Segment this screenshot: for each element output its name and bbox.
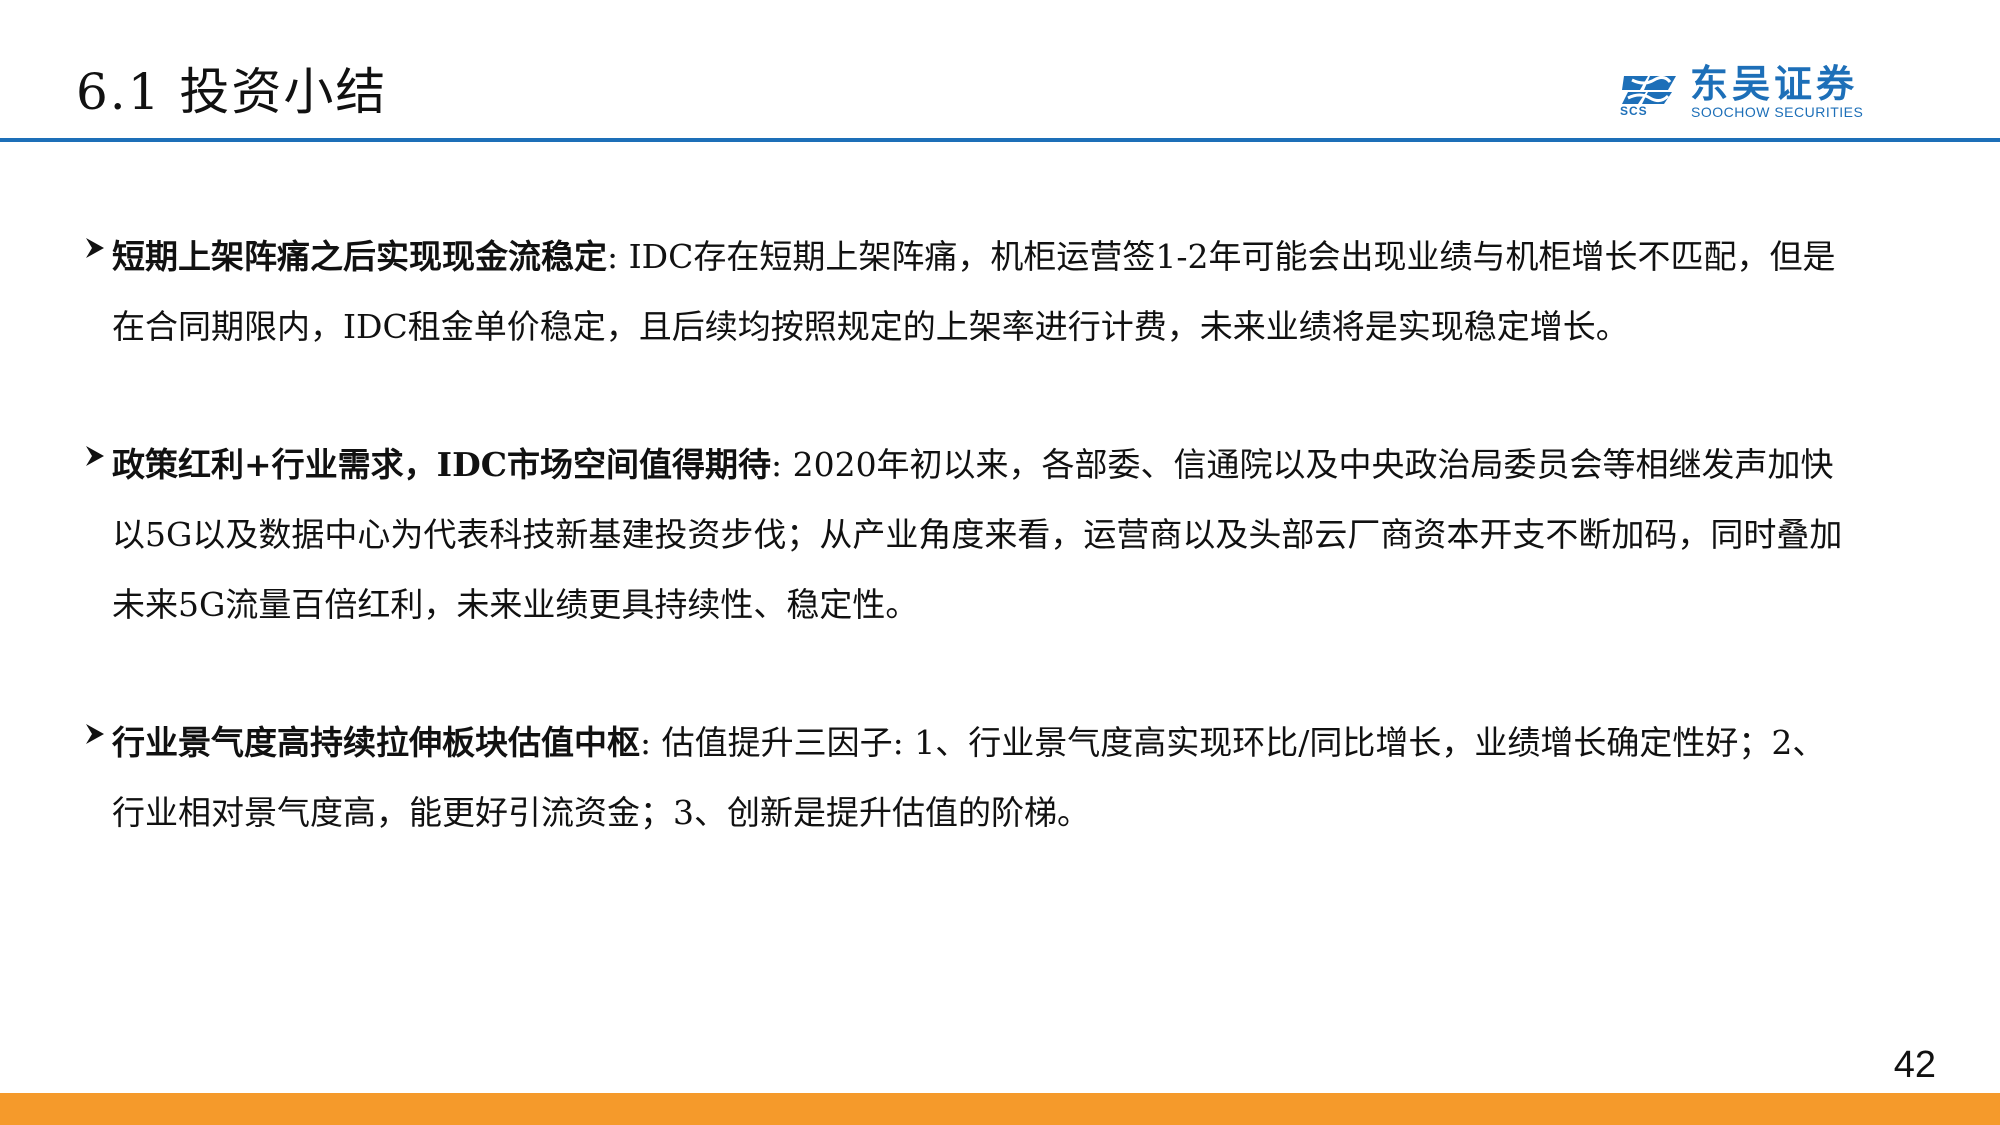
brand-logo: SCS 东吴证券 SOOCHOW SECURITIES bbox=[1618, 62, 1898, 122]
logo-name-cn: 东吴证券 bbox=[1690, 62, 1859, 106]
bullet-item: 政策红利+行业需求，IDC市场空间值得期待: 2020年初以来，各部委、信通院以… bbox=[78, 430, 1858, 640]
arrow-bullet-icon bbox=[86, 724, 104, 744]
footer-bar bbox=[0, 1093, 2000, 1125]
page-title: 6.1 投资小结 bbox=[76, 63, 388, 121]
bullet-paragraph: 政策红利+行业需求，IDC市场空间值得期待: 2020年初以来，各部委、信通院以… bbox=[112, 430, 1858, 640]
bullet-item: 行业景气度高持续拉伸板块估值中枢: 估值提升三因子: 1、行业景气度高实现环比/… bbox=[78, 708, 1858, 848]
bullet-heading: 政策红利+行业需求，IDC市场空间值得期待 bbox=[112, 445, 771, 484]
arrow-bullet-icon bbox=[86, 446, 104, 466]
logo-name-en: SOOCHOW SECURITIES bbox=[1691, 104, 1864, 120]
bullet-item: 短期上架阵痛之后实现现金流稳定: IDC存在短期上架阵痛，机柜运营签1-2年可能… bbox=[78, 222, 1858, 362]
arrow-bullet-icon bbox=[86, 238, 104, 258]
bullet-paragraph: 行业景气度高持续拉伸板块估值中枢: 估值提升三因子: 1、行业景气度高实现环比/… bbox=[112, 708, 1858, 848]
bullet-heading: 行业景气度高持续拉伸板块估值中枢 bbox=[112, 723, 640, 762]
bullet-paragraph: 短期上架阵痛之后实现现金流稳定: IDC存在短期上架阵痛，机柜运营签1-2年可能… bbox=[112, 222, 1858, 362]
bullet-heading: 短期上架阵痛之后实现现金流稳定 bbox=[112, 237, 607, 276]
header-rule bbox=[0, 138, 2000, 142]
logo-abbr: SCS bbox=[1620, 104, 1648, 118]
bullet-list: 短期上架阵痛之后实现现金流稳定: IDC存在短期上架阵痛，机柜运营签1-2年可能… bbox=[78, 222, 1858, 916]
page-number: 42 bbox=[1893, 1044, 1936, 1086]
